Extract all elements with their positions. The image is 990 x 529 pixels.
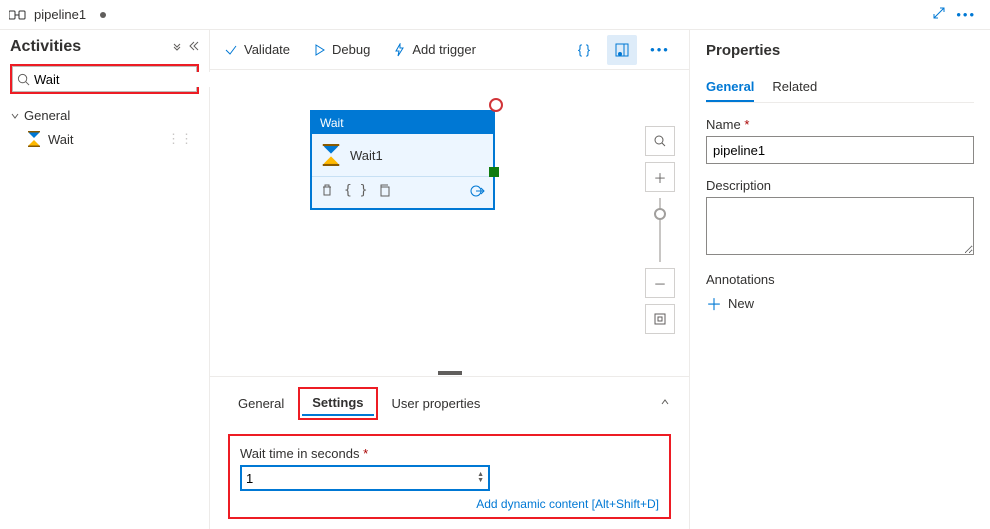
hourglass-icon [26,131,42,147]
tab-title: pipeline1 [34,7,86,22]
zoom-fit-button[interactable] [645,304,675,334]
zoom-controls: ＋ － [645,126,675,334]
collapse-all-icon[interactable] [171,40,183,55]
delete-icon[interactable] [320,183,334,202]
wait-time-label: Wait time in seconds * [240,446,659,461]
grip-icon: ⋮⋮ [167,131,193,147]
zoom-in-button[interactable]: ＋ [645,162,675,192]
tab-settings[interactable]: Settings [302,391,373,416]
activity-config-panel: General Settings User properties Wait ti… [210,376,689,529]
pipeline-name-input[interactable] [706,136,974,164]
panel-collapse-icon[interactable] [187,40,199,55]
add-annotation-button[interactable]: ＋ New [706,291,974,315]
output-icon[interactable] [469,183,485,202]
more-icon[interactable]: ••• [956,7,976,22]
zoom-slider[interactable] [659,198,661,262]
search-icon [17,73,30,86]
name-label: Name * [706,117,974,132]
toolbar-more-button[interactable]: ••• [645,35,675,65]
wait-time-input[interactable] [246,471,477,486]
activities-search[interactable] [12,66,197,92]
node-status-icon [489,98,503,112]
wait-activity-node[interactable]: Wait Wait1 { } [310,110,495,210]
zoom-out-button[interactable]: － [645,268,675,298]
validate-button[interactable]: Validate [224,42,290,57]
properties-toggle-button[interactable] [607,35,637,65]
unsaved-indicator [100,12,106,18]
tab-user-properties[interactable]: User properties [382,392,491,415]
collapse-panel-button[interactable] [659,396,671,411]
success-port[interactable] [489,167,499,177]
activities-panel: Activities General Wait ⋮⋮ [0,30,210,529]
search-input[interactable] [34,72,210,87]
pipeline-canvas[interactable]: Wait Wait1 { } ＋ － [210,70,689,370]
tab-general[interactable]: General [228,392,294,415]
zoom-search-button[interactable] [645,126,675,156]
activity-wait[interactable]: Wait ⋮⋮ [10,127,199,151]
annotations-label: Annotations [706,272,974,287]
properties-tab-related[interactable]: Related [772,73,817,102]
node-name: Wait1 [350,148,383,163]
description-label: Description [706,178,974,193]
pipeline-icon [10,7,26,23]
node-type: Wait [312,112,493,134]
expand-icon[interactable] [932,6,946,23]
properties-tab-general[interactable]: General [706,73,754,102]
activities-title: Activities [10,38,81,56]
json-view-button[interactable]: { } [569,35,599,65]
add-dynamic-content-link[interactable]: Add dynamic content [Alt+Shift+D] [476,497,659,511]
chevron-down-icon [10,111,20,121]
plus-icon: ＋ [706,291,722,315]
pipeline-tab[interactable]: pipeline1 [0,7,210,23]
stepper-icon[interactable]: ▲▼ [477,472,484,484]
pipeline-description-input[interactable] [706,197,974,255]
copy-icon[interactable] [377,183,391,202]
add-trigger-button[interactable]: Add trigger [392,42,476,57]
section-general[interactable]: General [10,104,199,127]
properties-panel: Properties General Related Name * Descri… [690,30,990,529]
code-icon[interactable]: { } [344,183,367,202]
hourglass-icon [320,144,342,166]
debug-button[interactable]: Debug [312,42,370,57]
properties-title: Properties [706,42,974,59]
pipeline-toolbar: Validate Debug Add trigger { } ••• [210,30,689,70]
